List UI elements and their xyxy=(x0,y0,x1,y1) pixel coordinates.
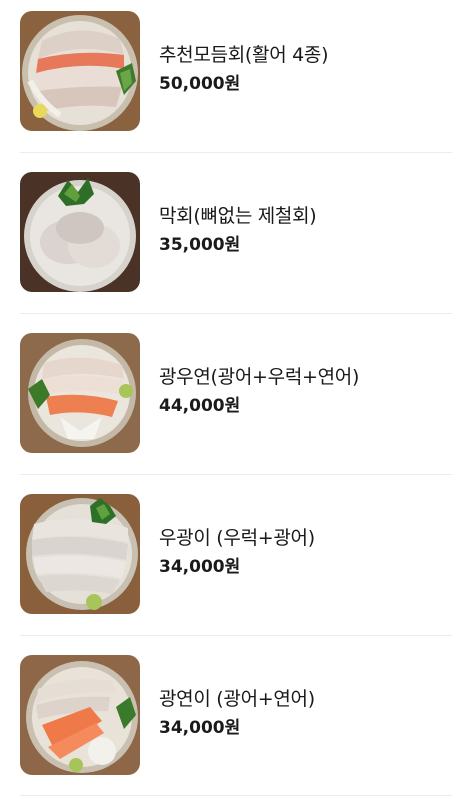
menu-item-price: 50,000원 xyxy=(159,74,241,94)
menu-item-price: 34,000원 xyxy=(159,557,241,577)
menu-item-price: 35,000원 xyxy=(159,235,241,255)
menu-item-image xyxy=(20,172,140,292)
menu-item[interactable]: 광우연(광어+우럭+연어) 44,000원 xyxy=(0,322,466,483)
menu-item-info: 광우연(광어+우럭+연어) 44,000원 xyxy=(159,365,359,417)
menu-item-image xyxy=(20,655,140,775)
divider xyxy=(20,635,452,636)
menu-item[interactable]: 추천모듬회(활어 4종) 50,000원 xyxy=(0,0,466,161)
menu-item-info: 추천모듬회(활어 4종) 50,000원 xyxy=(159,43,329,95)
menu-item-name: 광우연(광어+우럭+연어) xyxy=(159,366,360,388)
divider xyxy=(20,313,452,314)
menu-item-image xyxy=(20,11,140,131)
divider xyxy=(20,152,452,153)
menu-item-info: 광연이 (광어+연어) 34,000원 xyxy=(159,687,315,739)
menu-item-name: 추천모듬회(활어 4종) xyxy=(159,44,329,66)
menu-item-info: 막회(뼈없는 제철회) 35,000원 xyxy=(159,204,317,256)
menu-item[interactable]: 우광이 (우럭+광어) 34,000원 xyxy=(0,483,466,644)
menu-item[interactable]: 막회(뼈없는 제철회) 35,000원 xyxy=(0,161,466,322)
menu-list: 추천모듬회(활어 4종) 50,000원 막회(뼈없는 제철회) 35,000원 xyxy=(0,0,466,796)
menu-item-info: 우광이 (우럭+광어) 34,000원 xyxy=(159,526,315,578)
menu-item-name: 막회(뼈없는 제철회) xyxy=(159,205,317,227)
menu-item-price: 34,000원 xyxy=(159,718,241,738)
menu-item-image xyxy=(20,494,140,614)
divider xyxy=(20,474,452,475)
menu-item-price: 44,000원 xyxy=(159,396,241,416)
menu-item-name: 우광이 (우럭+광어) xyxy=(159,527,315,549)
menu-item-name: 광연이 (광어+연어) xyxy=(159,688,315,710)
menu-item[interactable]: 광연이 (광어+연어) 34,000원 xyxy=(0,644,466,796)
menu-item-image xyxy=(20,333,140,453)
